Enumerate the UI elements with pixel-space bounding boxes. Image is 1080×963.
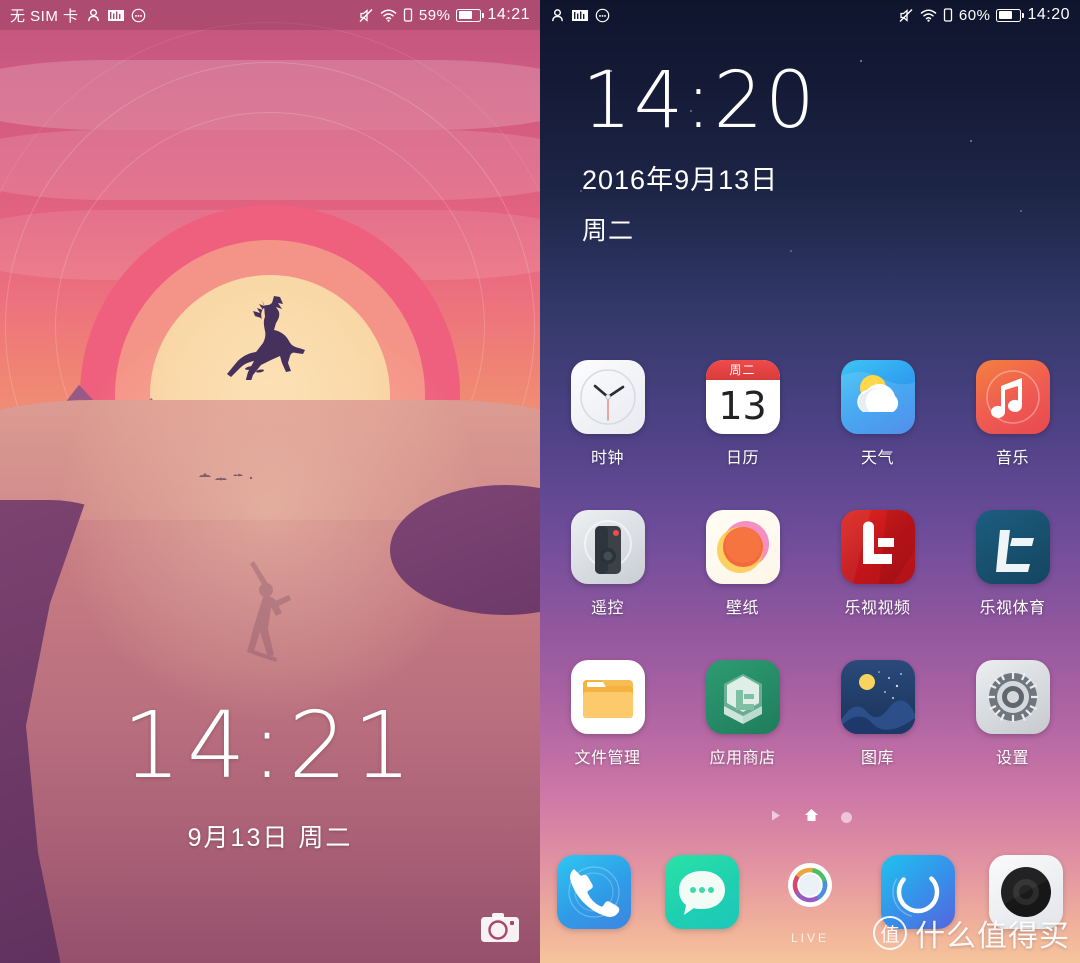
app-store-icon bbox=[705, 660, 780, 734]
battery-percent-label: 60% bbox=[958, 6, 991, 24]
app-label: 乐视体育 bbox=[979, 600, 1046, 617]
app-label: 乐视视频 bbox=[844, 600, 911, 617]
watermark: 值 什么值得买 bbox=[873, 911, 1070, 955]
app-label: 设置 bbox=[995, 750, 1029, 767]
watermark-text: 什么值得买 bbox=[915, 920, 1070, 953]
signal-bars-icon bbox=[107, 9, 124, 21]
phone-icon bbox=[557, 855, 631, 929]
app-letv-sports[interactable]: 乐视体育 bbox=[945, 510, 1080, 660]
app-label: 天气 bbox=[860, 450, 894, 467]
battery-icon bbox=[996, 8, 1025, 22]
page-indicator-home-icon[interactable] bbox=[804, 808, 819, 827]
app-label: 应用商店 bbox=[709, 750, 776, 767]
dock-phone[interactable] bbox=[540, 855, 648, 945]
remote-control-icon bbox=[570, 510, 645, 584]
page-indicator-play-icon[interactable] bbox=[769, 809, 782, 827]
app-row: 时钟 周二 13 日历 天气 音乐 bbox=[540, 360, 1080, 510]
live-ring-icon bbox=[773, 855, 847, 929]
app-file-manager[interactable]: 文件管理 bbox=[540, 660, 675, 810]
app-label: 时钟 bbox=[590, 450, 624, 467]
calendar-weekday: 周二 bbox=[705, 360, 780, 380]
app-label: 日历 bbox=[725, 450, 759, 467]
wallpaper-icon bbox=[705, 510, 780, 584]
deer-silhouette-icon bbox=[227, 296, 305, 380]
camera-shortcut-button[interactable] bbox=[478, 909, 522, 945]
dual-phone-screenshot: 14:21 9月13日 周二 无 SIM 卡 59% 14:21 14:20 2… bbox=[0, 0, 1080, 963]
homescreen-status-bar: 60% 14:20 bbox=[540, 0, 1080, 30]
app-row: 遥控 壁纸 乐视视频 乐视体育 bbox=[540, 510, 1080, 660]
camera-icon bbox=[481, 913, 519, 942]
wifi-icon bbox=[920, 9, 937, 22]
calendar-icon: 周二 13 bbox=[705, 360, 780, 434]
mute-icon bbox=[899, 8, 913, 22]
lockscreen-status-bar: 无 SIM 卡 59% 14:21 bbox=[0, 0, 540, 30]
more-dots-icon bbox=[131, 8, 145, 22]
birds-silhouette-icon bbox=[199, 473, 253, 481]
sim-status-label: 无 SIM 卡 bbox=[10, 7, 79, 25]
app-clock[interactable]: 时钟 bbox=[540, 360, 675, 510]
app-weather[interactable]: 天气 bbox=[810, 360, 945, 510]
person-icon bbox=[87, 8, 99, 21]
message-bubble-icon bbox=[665, 855, 739, 929]
app-label: 遥控 bbox=[590, 600, 624, 617]
dock-live-label: LIVE bbox=[790, 931, 829, 945]
lockscreen-time: 14:21 bbox=[122, 692, 418, 799]
app-label: 壁纸 bbox=[725, 600, 759, 617]
app-gallery[interactable]: 图库 bbox=[810, 660, 945, 810]
app-label: 音乐 bbox=[995, 450, 1029, 467]
clock-icon bbox=[570, 360, 645, 434]
lockscreen-clock: 14:21 9月13日 周二 bbox=[0, 700, 540, 854]
status-bar-time: 14:20 bbox=[1027, 6, 1070, 23]
home-clock-time: 14:20 bbox=[582, 56, 817, 146]
battery-percent-label: 59% bbox=[418, 6, 451, 24]
home-screen-panel: 14:20 2016年9月13日 周二 时钟 周二 13 日历 天气 音乐 遥控… bbox=[540, 0, 1080, 963]
skater-silhouette-icon bbox=[247, 561, 291, 662]
page-indicator bbox=[540, 808, 1080, 827]
home-clock-date: 2016年9月13日 bbox=[582, 165, 779, 195]
lock-screen-panel: 14:21 9月13日 周二 无 SIM 卡 59% 14:21 bbox=[0, 0, 540, 963]
app-wallpaper[interactable]: 壁纸 bbox=[675, 510, 810, 660]
lockscreen-date: 9月13日 周二 bbox=[187, 824, 353, 852]
gallery-icon bbox=[840, 660, 915, 734]
vibrate-icon bbox=[403, 8, 413, 22]
status-bar-time: 14:21 bbox=[487, 6, 530, 23]
page-indicator-dot-icon[interactable] bbox=[840, 812, 852, 823]
app-music[interactable]: 音乐 bbox=[945, 360, 1080, 510]
home-clock-weekday: 周二 bbox=[582, 217, 635, 245]
weather-icon bbox=[840, 360, 915, 434]
letv-video-icon bbox=[840, 510, 915, 584]
calendar-day: 13 bbox=[718, 384, 767, 428]
dock-messages[interactable] bbox=[648, 855, 756, 945]
app-remote[interactable]: 遥控 bbox=[540, 510, 675, 660]
watermark-logo: 值 bbox=[873, 916, 907, 950]
app-settings[interactable]: 设置 bbox=[945, 660, 1080, 810]
vibrate-icon bbox=[943, 8, 953, 22]
app-calendar[interactable]: 周二 13 日历 bbox=[675, 360, 810, 510]
music-icon bbox=[975, 360, 1050, 434]
app-app-store[interactable]: 应用商店 bbox=[675, 660, 810, 810]
app-grid: 时钟 周二 13 日历 天气 音乐 遥控 壁纸 乐视视频 乐视体育 文件管理 应… bbox=[540, 360, 1080, 810]
app-label: 图库 bbox=[860, 750, 894, 767]
mute-icon bbox=[359, 8, 373, 22]
app-row: 文件管理 应用商店 图库 设置 bbox=[540, 660, 1080, 810]
letv-sports-icon bbox=[975, 510, 1050, 584]
dock-live[interactable]: LIVE bbox=[756, 855, 864, 945]
file-manager-icon bbox=[570, 660, 645, 734]
more-dots-icon bbox=[595, 8, 610, 22]
wifi-icon bbox=[380, 9, 397, 22]
person-icon bbox=[552, 8, 563, 21]
app-label: 文件管理 bbox=[574, 750, 641, 767]
battery-icon bbox=[456, 8, 485, 22]
signal-bars-icon bbox=[572, 9, 588, 21]
settings-gear-icon bbox=[975, 660, 1050, 734]
app-letv-video[interactable]: 乐视视频 bbox=[810, 510, 945, 660]
home-clock-widget[interactable]: 14:20 2016年9月13日 周二 bbox=[582, 62, 817, 247]
